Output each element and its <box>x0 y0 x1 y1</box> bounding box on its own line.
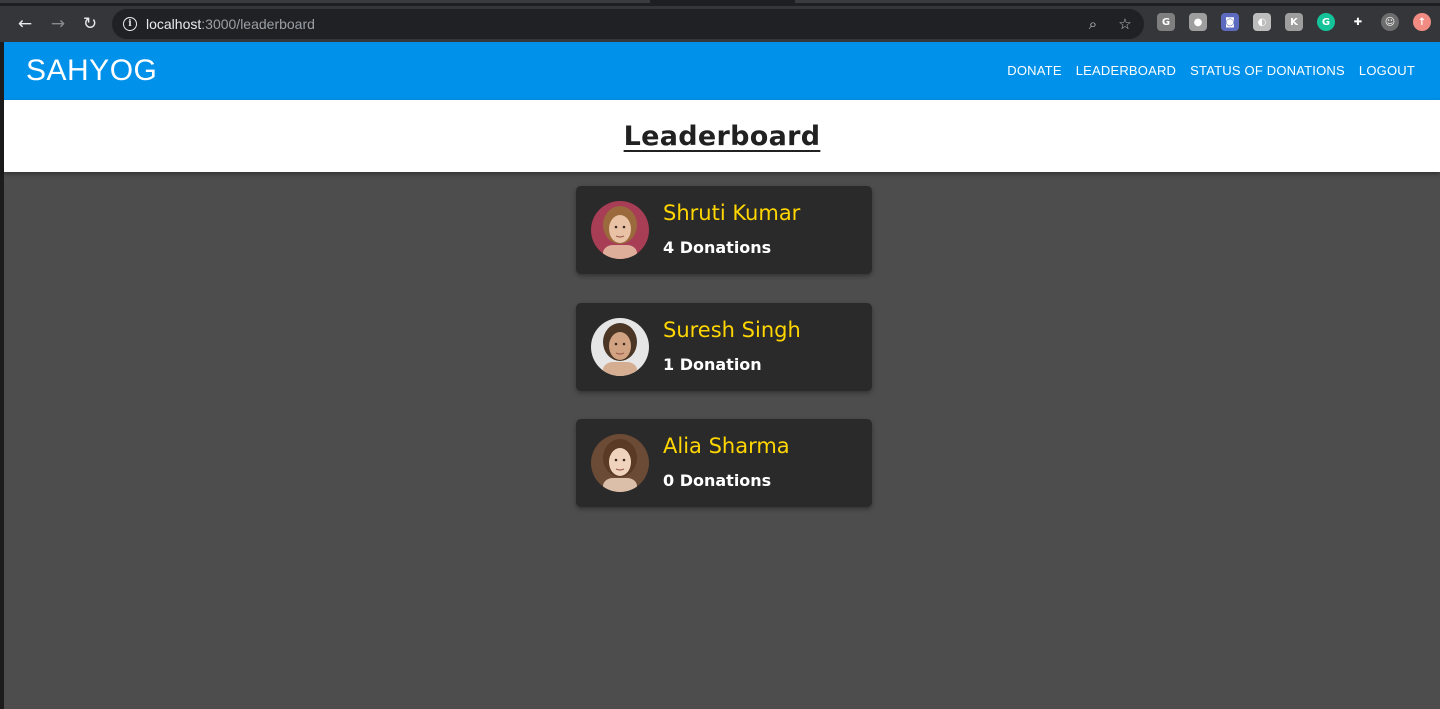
avatar <box>591 318 649 376</box>
donation-count: 0 Donations <box>663 471 772 490</box>
page-title: Leaderboard <box>623 120 821 152</box>
leaderboard-card: Suresh Singh 1 Donation <box>576 303 872 391</box>
donation-count: 1 Donation <box>663 355 762 374</box>
star-bookmark-icon[interactable]: ☆ <box>1116 15 1134 33</box>
profile-avatar-icon[interactable]: ☺ <box>1381 13 1399 31</box>
address-bar[interactable]: i localhost:3000/leaderboard ⌕ ☆ <box>112 9 1144 39</box>
grammarly-extension-icon[interactable]: G <box>1317 13 1335 31</box>
zoom-icon[interactable]: ⌕ <box>1084 15 1102 33</box>
url-path: :3000/leaderboard <box>201 16 315 32</box>
donor-name: Suresh Singh <box>663 318 801 342</box>
donor-name: Shruti Kumar <box>663 201 801 225</box>
url-text[interactable]: localhost:3000/leaderboard <box>146 16 315 32</box>
k-extension-icon[interactable]: K <box>1285 13 1303 31</box>
tab-strip-segment <box>795 0 1440 3</box>
g-extension-icon[interactable]: G <box>1157 13 1175 31</box>
brand-logo[interactable]: SAHYOG <box>26 54 157 88</box>
nav-links: DONATE LEADERBOARD STATUS OF DONATIONS L… <box>1007 63 1415 78</box>
circle-extension-icon[interactable]: ● <box>1189 13 1207 31</box>
leaderboard-card: Alia Sharma 0 Donations <box>576 419 872 507</box>
app-navbar: SAHYOG DONATE LEADERBOARD STATUS OF DONA… <box>4 42 1440 100</box>
arrow-left-icon[interactable]: ← <box>14 13 36 35</box>
avatar <box>591 434 649 492</box>
arrow-right-icon[interactable]: → <box>47 13 69 35</box>
reload-icon[interactable]: ↻ <box>79 13 101 35</box>
nav-link-donate[interactable]: DONATE <box>1007 63 1061 78</box>
leaderboard-card: Shruti Kumar 4 Donations <box>576 186 872 274</box>
donation-count: 4 Donations <box>663 238 772 257</box>
camera-extension-icon[interactable]: ◙ <box>1221 13 1239 31</box>
info-icon[interactable]: i <box>123 17 137 31</box>
nav-link-leaderboard[interactable]: LEADERBOARD <box>1076 63 1176 78</box>
url-host: localhost <box>146 16 202 32</box>
c-extension-icon[interactable]: ◐ <box>1253 13 1271 31</box>
nav-link-status-of-donations[interactable]: STATUS OF DONATIONS <box>1190 63 1345 78</box>
nav-link-logout[interactable]: LOGOUT <box>1359 63 1415 78</box>
update-icon[interactable]: ↑ <box>1413 13 1431 31</box>
tab-strip-segment <box>0 0 650 3</box>
donor-name: Alia Sharma <box>663 434 790 458</box>
avatar <box>591 201 649 259</box>
browser-toolbar: ← → ↻ i localhost:3000/leaderboard ⌕ ☆ G… <box>0 6 1440 42</box>
puzzle-extensions-icon[interactable]: ✚ <box>1349 13 1367 31</box>
page-header: Leaderboard <box>4 100 1440 172</box>
